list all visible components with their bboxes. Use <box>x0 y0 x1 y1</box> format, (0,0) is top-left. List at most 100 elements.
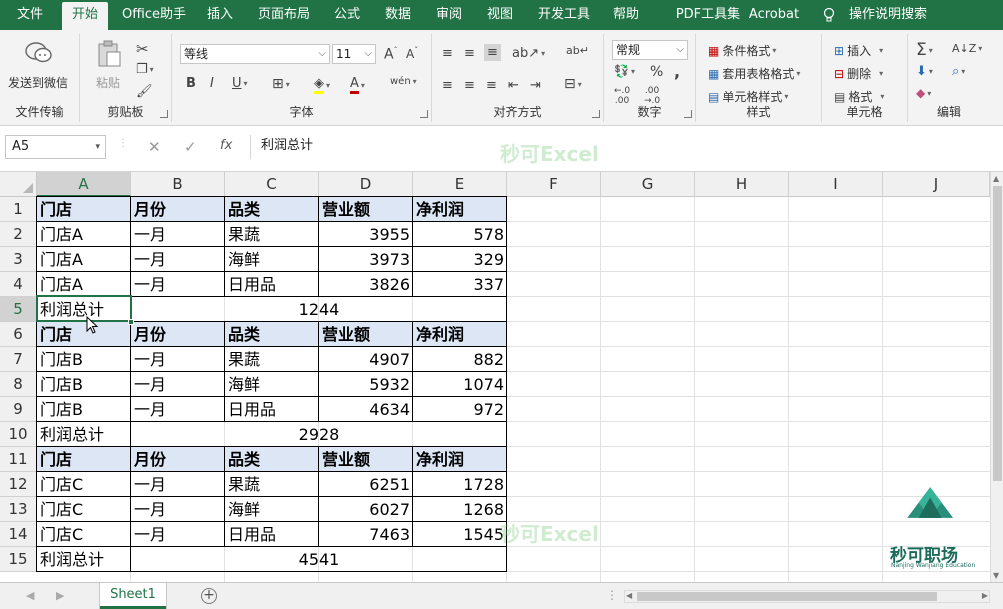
table-cell[interactable]: 一月 <box>131 522 225 547</box>
table-cell[interactable]: 日用品 <box>225 522 319 547</box>
table-cell[interactable]: 7463 <box>319 522 413 547</box>
menu-formulas[interactable]: 公式 <box>327 0 367 30</box>
table-cell[interactable]: 门店B <box>37 372 131 397</box>
table-cell[interactable]: 1074 <box>413 372 507 397</box>
table-cell[interactable]: 门店C <box>37 472 131 497</box>
table-cell[interactable]: 海鲜 <box>225 372 319 397</box>
clipboard-launcher[interactable] <box>160 110 168 118</box>
autosum-icon[interactable]: Σ ▾ <box>916 40 933 60</box>
row-header[interactable]: 15 <box>0 547 37 572</box>
wrap-text-icon[interactable]: ab↵ <box>566 44 589 57</box>
send-to-wechat-button[interactable]: 发送到微信 <box>8 74 68 91</box>
row-header[interactable]: 10 <box>0 422 37 447</box>
spreadsheet-grid[interactable]: A B C D E F G H I J 1 2 3 4 5 6 7 8 9 10 11 12 13 14 1… <box>0 172 990 582</box>
tell-me-search[interactable]: 操作说明搜索 <box>846 0 930 30</box>
delete-cells-button[interactable]: ⊟ 删除 ▾ <box>834 65 883 82</box>
total-label-cell[interactable]: 利润总计 <box>37 422 131 447</box>
horizontal-scroll-thumb[interactable] <box>637 592 937 601</box>
column-header-e[interactable]: E <box>413 172 507 197</box>
fill-icon[interactable]: ⬇ ▾ <box>916 64 933 79</box>
column-header-c[interactable]: C <box>225 172 319 197</box>
copy-icon[interactable]: ❐ ▾ <box>136 62 154 77</box>
phonetic-icon[interactable]: wén ▾ <box>390 76 417 87</box>
borders-icon[interactable]: ⊞ ▾ <box>272 76 290 92</box>
table-cell[interactable]: 果蔬 <box>225 472 319 497</box>
table-header-cell[interactable]: 净利润 <box>413 322 507 347</box>
row-header[interactable]: 4 <box>0 272 37 297</box>
column-header-g[interactable]: G <box>601 172 695 197</box>
table-cell[interactable]: 门店C <box>37 497 131 522</box>
vertical-scrollbar[interactable]: ▲ ▼ <box>990 172 1003 582</box>
table-header-cell[interactable]: 月份 <box>131 197 225 222</box>
row-header[interactable]: 14 <box>0 522 37 547</box>
fill-handle[interactable] <box>128 319 134 325</box>
table-cell[interactable]: 一月 <box>131 272 225 297</box>
table-cell[interactable]: 4907 <box>319 347 413 372</box>
comma-button[interactable]: , <box>674 62 680 81</box>
decrease-indent-icon[interactable]: ⇤ <box>508 78 519 93</box>
table-cell[interactable]: 一月 <box>131 397 225 422</box>
table-cell[interactable]: 1728 <box>413 472 507 497</box>
table-cell[interactable]: 972 <box>413 397 507 422</box>
table-cell[interactable]: 海鲜 <box>225 497 319 522</box>
sheet-tab-sheet1[interactable]: Sheet1 <box>100 583 166 609</box>
split-handle-icon[interactable]: ⋮ <box>606 588 618 602</box>
menu-data[interactable]: 数据 <box>378 0 418 30</box>
column-header-a[interactable]: A <box>37 172 131 197</box>
table-cell[interactable]: 329 <box>413 247 507 272</box>
menu-developer[interactable]: 开发工具 <box>532 0 596 30</box>
decrease-font-icon[interactable]: Aˇ <box>406 46 418 61</box>
vertical-scroll-thumb[interactable] <box>993 186 1002 481</box>
accounting-format-icon[interactable]: 💱 ▾ <box>614 64 635 78</box>
table-header-cell[interactable]: 品类 <box>225 447 319 472</box>
table-header-cell[interactable]: 营业额 <box>319 322 413 347</box>
menu-file[interactable]: 文件 <box>8 0 52 30</box>
table-cell[interactable]: 6027 <box>319 497 413 522</box>
column-header-j[interactable]: J <box>883 172 990 197</box>
table-header-cell[interactable]: 月份 <box>131 322 225 347</box>
table-cell[interactable]: 3973 <box>319 247 413 272</box>
table-cell[interactable]: 海鲜 <box>225 247 319 272</box>
menu-help[interactable]: 帮助 <box>606 0 646 30</box>
align-top-icon[interactable]: ≡ <box>442 46 453 61</box>
insert-cells-button[interactable]: ⊞ 插入 ▾ <box>834 42 883 59</box>
row-header[interactable]: 13 <box>0 497 37 522</box>
align-center-icon[interactable]: ≡ <box>464 78 475 93</box>
format-as-table-button[interactable]: ▦ 套用表格格式 ▾ <box>708 65 800 82</box>
bold-button[interactable]: B <box>186 76 196 91</box>
menu-insert[interactable]: 插入 <box>200 0 240 30</box>
table-cell[interactable]: 一月 <box>131 222 225 247</box>
font-size-select[interactable]: 11 ⌵ <box>332 44 376 64</box>
table-cell[interactable]: 337 <box>413 272 507 297</box>
table-cell[interactable]: 578 <box>413 222 507 247</box>
merge-center-icon[interactable]: ⊟ ▾ <box>564 76 582 92</box>
table-header-cell[interactable]: 门店 <box>37 197 131 222</box>
menu-page-layout[interactable]: 页面布局 <box>252 0 316 30</box>
column-header-d[interactable]: D <box>319 172 413 197</box>
menu-office-assistant[interactable]: Office助手 <box>116 0 192 30</box>
menu-view[interactable]: 视图 <box>480 0 520 30</box>
row-header[interactable]: 5 <box>0 297 37 322</box>
table-cell[interactable]: 6251 <box>319 472 413 497</box>
insert-function-icon[interactable]: fx <box>220 138 232 153</box>
menu-home[interactable]: 开始 <box>62 2 108 30</box>
table-cell[interactable]: 门店C <box>37 522 131 547</box>
table-cell[interactable]: 一月 <box>131 472 225 497</box>
row-header[interactable]: 6 <box>0 322 37 347</box>
horizontal-scrollbar[interactable]: ◀ ▶ <box>624 590 990 603</box>
table-cell[interactable]: 4634 <box>319 397 413 422</box>
name-box[interactable]: A5 ▾ <box>5 135 106 159</box>
row-header[interactable]: 7 <box>0 347 37 372</box>
table-cell[interactable]: 门店B <box>37 397 131 422</box>
table-cell[interactable]: 门店A <box>37 247 131 272</box>
table-cell[interactable]: 门店B <box>37 347 131 372</box>
table-cell[interactable]: 日用品 <box>225 272 319 297</box>
clear-icon[interactable]: ◆ ▾ <box>916 86 931 100</box>
table-cell[interactable]: 一月 <box>131 372 225 397</box>
column-header-h[interactable]: H <box>695 172 789 197</box>
increase-font-icon[interactable]: Aˆ <box>384 46 398 63</box>
table-cell[interactable]: 果蔬 <box>225 222 319 247</box>
table-header-cell[interactable]: 门店 <box>37 322 131 347</box>
align-middle-icon[interactable]: ≡ <box>464 46 475 61</box>
row-header[interactable]: 12 <box>0 472 37 497</box>
